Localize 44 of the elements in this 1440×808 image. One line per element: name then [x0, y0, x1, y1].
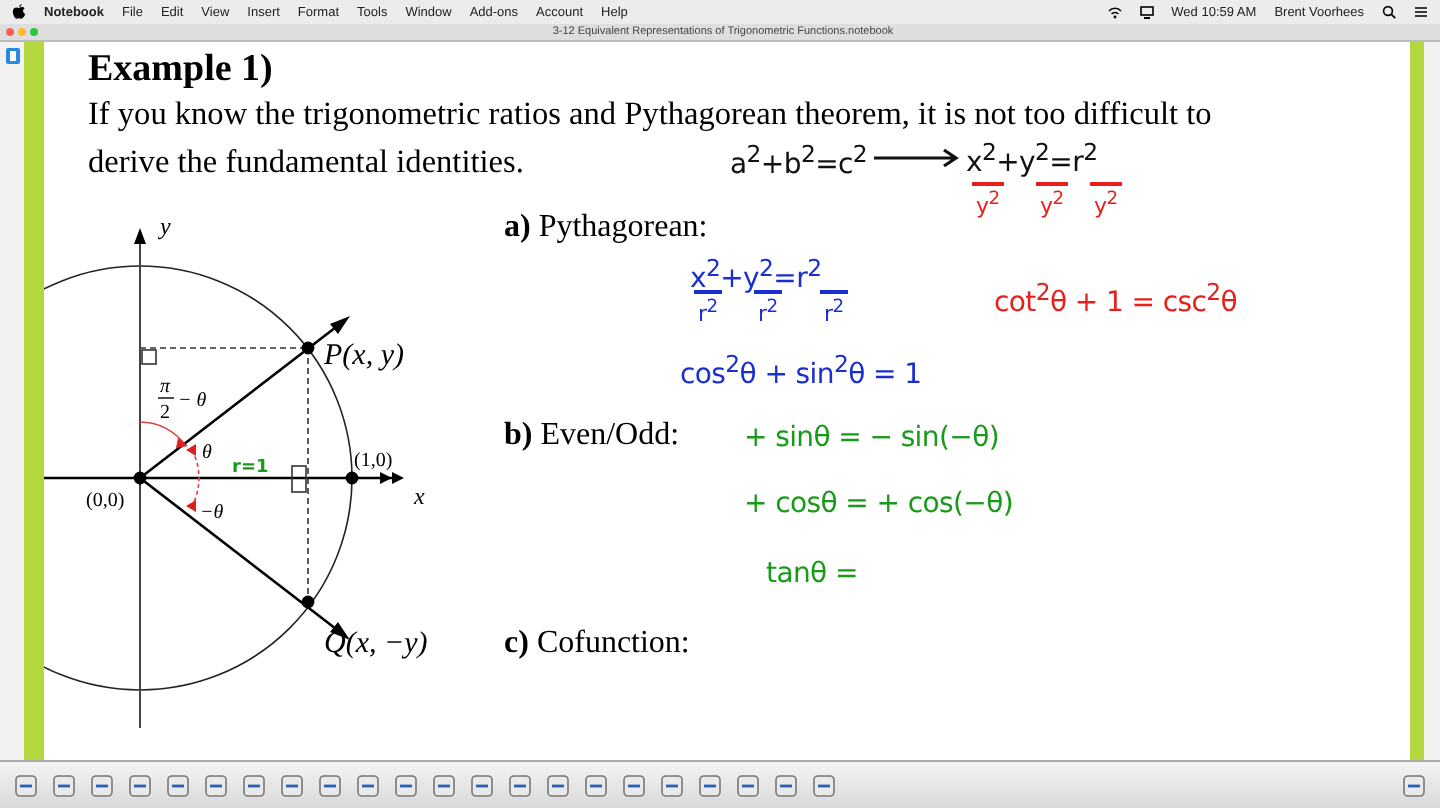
point-label: (1,0)	[354, 450, 393, 472]
point-label: (0,0)	[86, 490, 125, 512]
point-label: P(x, y)	[324, 340, 404, 372]
handwritten-equation: x$^{2}$+y$^{2}$=r$^{2}$	[966, 138, 1098, 180]
point-label: Q(x, −y)	[324, 628, 428, 660]
angle-label: − θ	[178, 390, 207, 412]
point-dot	[133, 471, 147, 485]
intro-text-line: If you know the trigonometric ratios and Pythagorean theorem, it is not too difficult to	[88, 94, 1212, 132]
handwritten-equation: tanθ =	[766, 560, 858, 590]
handwritten-equation: cot$^{2}$θ + 1 = csc$^{2}$θ	[994, 278, 1237, 320]
section-label: a) Pythagorean:	[504, 210, 708, 244]
axis-label: y	[160, 212, 171, 240]
angle-label: 2	[160, 402, 170, 424]
point-dot	[301, 341, 315, 355]
handwritten-equation: + sinθ = − sin(−θ)	[744, 424, 999, 454]
point-dot	[345, 471, 359, 485]
angle-label: θ	[202, 442, 212, 464]
section-label: c) Cofunction:	[504, 626, 690, 660]
handwritten-equation: a$^{2}$+b$^{2}$=c$^{2}$	[730, 140, 868, 182]
axis-label: x	[414, 482, 425, 510]
apple-menu-icon[interactable]	[12, 4, 26, 20]
section-label: b) Even/Odd:	[504, 418, 680, 452]
intro-text-line: derive the fundamental identities.	[88, 142, 524, 180]
handwritten-denominator: y$^{2}$	[972, 182, 1004, 220]
handwritten-equation: x$^{2}$+y$^{2}$=r$^{2}$	[690, 254, 822, 296]
page-sorter-icon[interactable]	[5, 48, 19, 64]
search-icon[interactable]	[1382, 4, 1396, 20]
angle-label: π	[160, 376, 171, 398]
handwritten-equation: + cosθ = + cos(−θ)	[744, 490, 1013, 520]
handwritten-denominator: y$^{2}$	[1090, 182, 1122, 220]
right-angle-mark	[141, 349, 157, 365]
handwritten-equation: cos$^{2}$θ + sin$^{2}$θ = 1	[680, 350, 922, 392]
handwritten-denominator: y$^{2}$	[1036, 182, 1068, 220]
right-angle-mark	[291, 465, 307, 493]
handwritten-denominator: r$^{2}$	[820, 290, 848, 328]
handwritten-denominator: r$^{2}$	[694, 290, 722, 328]
point-dot	[301, 595, 315, 609]
handwritten-denominator: r$^{2}$	[754, 290, 782, 328]
menu-icon[interactable]	[1414, 4, 1428, 20]
display-icon[interactable]	[1139, 4, 1154, 20]
example-heading: Example 1)	[88, 46, 275, 92]
handwritten-note: r=1	[232, 458, 269, 478]
angle-label: −θ	[200, 502, 224, 524]
wifi-icon[interactable]	[1107, 4, 1122, 20]
